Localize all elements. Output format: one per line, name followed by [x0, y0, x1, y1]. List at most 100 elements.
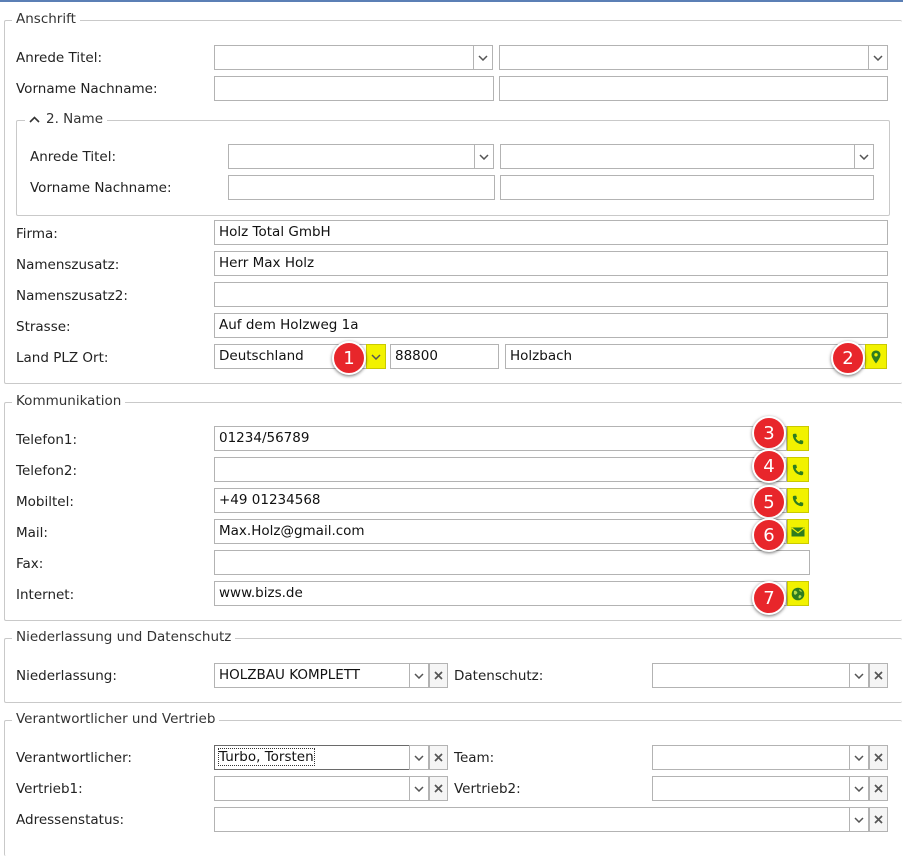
- second-anrede-select[interactable]: [228, 144, 475, 169]
- map-button[interactable]: [865, 344, 887, 369]
- anrede-select[interactable]: [214, 45, 474, 70]
- vertrieb2-clear-button[interactable]: [869, 776, 888, 801]
- land-plz-ort-label: Land PLZ Ort:: [16, 350, 109, 366]
- adressenstatus-clear-button[interactable]: [869, 807, 888, 832]
- chevron-up-icon[interactable]: [29, 115, 40, 123]
- verantwortlicher-select[interactable]: Turbo, Torsten: [214, 745, 410, 770]
- chevron-down-icon: [854, 816, 864, 823]
- mobiltel-input[interactable]: +49 01234568: [214, 488, 787, 513]
- datenschutz-clear-button[interactable]: [869, 663, 888, 688]
- second-vorname-nachname-label: Vorname Nachname:: [30, 180, 172, 196]
- second-anrede-dropdown-button[interactable]: [474, 144, 494, 169]
- vertrieb2-label: Vertrieb2:: [454, 781, 521, 797]
- vorname-nachname-label: Vorname Nachname:: [16, 81, 158, 97]
- second-titel-dropdown-button[interactable]: [854, 144, 874, 169]
- adressenstatus-select[interactable]: [214, 807, 850, 832]
- titel-select[interactable]: [499, 45, 869, 70]
- datenschutz-dropdown-button[interactable]: [849, 663, 869, 688]
- strasse-label: Strasse:: [16, 319, 71, 335]
- niederlassung-clear-button[interactable]: [429, 663, 448, 688]
- niederlassung-legend: Niederlassung und Datenschutz: [12, 629, 236, 645]
- send-mail-button[interactable]: [787, 519, 809, 544]
- globe-icon: [791, 587, 805, 600]
- vertrieb1-select[interactable]: [214, 776, 410, 801]
- clear-x-icon: [434, 784, 443, 793]
- anschrift-legend: Anschrift: [12, 11, 80, 27]
- second-anrede-titel-label: Anrede Titel:: [30, 149, 116, 165]
- vertrieb1-clear-button[interactable]: [429, 776, 448, 801]
- anrede-dropdown-button[interactable]: [473, 45, 493, 70]
- adressenstatus-dropdown-button[interactable]: [849, 807, 869, 832]
- vertrieb2-select[interactable]: [652, 776, 850, 801]
- annotation-badge-2: 2: [831, 341, 865, 375]
- adressenstatus-label: Adressenstatus:: [16, 812, 125, 828]
- chevron-down-icon: [479, 153, 489, 160]
- telefon1-input[interactable]: 01234/56789: [214, 426, 787, 451]
- team-clear-button[interactable]: [869, 745, 888, 770]
- call-telefon1-button[interactable]: [787, 426, 809, 451]
- kommunikation-legend: Kommunikation: [12, 393, 126, 409]
- window-top-border: [0, 0, 903, 2]
- chevron-down-icon: [414, 754, 424, 761]
- firma-input[interactable]: Holz Total GmbH: [214, 220, 888, 245]
- mobiltel-label: Mobiltel:: [16, 494, 74, 510]
- vertrieb1-dropdown-button[interactable]: [409, 776, 429, 801]
- annotation-badge-3: 3: [752, 416, 786, 450]
- chevron-down-icon: [854, 785, 864, 792]
- vertrieb2-dropdown-button[interactable]: [849, 776, 869, 801]
- call-telefon2-button[interactable]: [787, 457, 809, 482]
- call-mobiltel-button[interactable]: [787, 488, 809, 513]
- telefon2-input[interactable]: [214, 457, 787, 482]
- mail-label: Mail:: [16, 525, 48, 541]
- second-name-legend[interactable]: 2. Name: [25, 111, 107, 127]
- plz-input[interactable]: 88800: [390, 344, 499, 369]
- clear-x-icon: [434, 671, 443, 680]
- niederlassung-select[interactable]: HOLZBAU KOMPLETT: [214, 663, 410, 688]
- envelope-icon: [791, 527, 805, 536]
- clear-x-icon: [874, 784, 883, 793]
- map-pin-icon: [871, 350, 881, 363]
- annotation-badge-5: 5: [752, 485, 786, 519]
- team-select[interactable]: [652, 745, 850, 770]
- chevron-down-icon: [478, 54, 488, 61]
- clear-x-icon: [874, 671, 883, 680]
- verantwortlicher-value: Turbo, Torsten: [218, 748, 315, 766]
- second-nachname-input[interactable]: [500, 175, 874, 200]
- annotation-badge-4: 4: [752, 449, 786, 483]
- vertrieb1-label: Vertrieb1:: [16, 781, 83, 797]
- namenszusatz2-input[interactable]: [214, 282, 888, 307]
- land-dropdown-button[interactable]: [366, 344, 386, 369]
- clear-x-icon: [434, 753, 443, 762]
- phone-icon: [792, 495, 804, 506]
- namenszusatz-input[interactable]: Herr Max Holz: [214, 251, 888, 276]
- vertrieb-legend: Verantwortlicher und Vertrieb: [12, 711, 220, 727]
- vorname-input[interactable]: [214, 76, 494, 101]
- telefon2-label: Telefon2:: [16, 463, 78, 479]
- titel-dropdown-button[interactable]: [868, 45, 888, 70]
- mail-input[interactable]: Max.Holz@gmail.com: [214, 519, 787, 544]
- second-titel-select[interactable]: [500, 144, 855, 169]
- namenszusatz-label: Namenszusatz:: [16, 257, 120, 273]
- verantwortlicher-clear-button[interactable]: [429, 745, 448, 770]
- phone-icon: [792, 433, 804, 444]
- verantwortlicher-dropdown-button[interactable]: [409, 745, 429, 770]
- team-dropdown-button[interactable]: [849, 745, 869, 770]
- annotation-badge-1: 1: [332, 341, 366, 375]
- annotation-badge-7: 7: [752, 581, 786, 615]
- open-website-button[interactable]: [787, 581, 809, 606]
- chevron-down-icon: [873, 54, 883, 61]
- second-vorname-input[interactable]: [228, 175, 495, 200]
- nachname-input[interactable]: [499, 76, 888, 101]
- chevron-down-icon: [371, 353, 381, 360]
- datenschutz-select[interactable]: [652, 663, 850, 688]
- niederlassung-dropdown-button[interactable]: [409, 663, 429, 688]
- strasse-input[interactable]: Auf dem Holzweg 1a: [214, 313, 888, 338]
- chevron-down-icon: [414, 785, 424, 792]
- fax-input[interactable]: [214, 550, 810, 575]
- ort-input[interactable]: Holzbach: [505, 344, 866, 369]
- internet-input[interactable]: www.bizs.de: [214, 581, 787, 606]
- clear-x-icon: [874, 753, 883, 762]
- telefon1-label: Telefon1:: [16, 432, 78, 448]
- datenschutz-label: Datenschutz:: [454, 668, 544, 684]
- internet-label: Internet:: [16, 587, 75, 603]
